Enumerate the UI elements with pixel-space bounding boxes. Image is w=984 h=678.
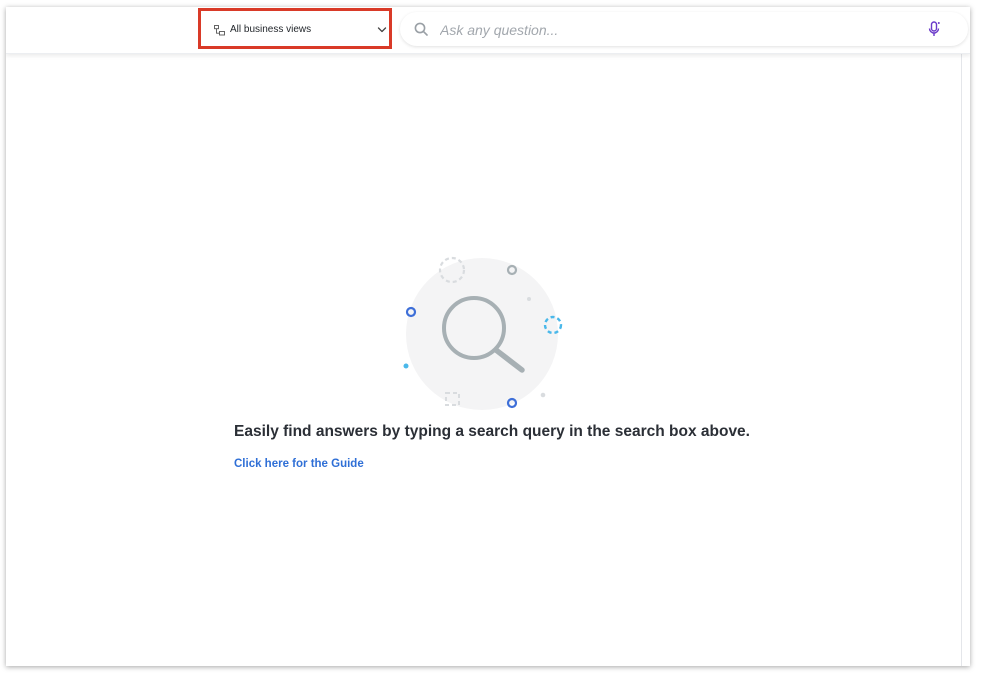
search-input[interactable] xyxy=(438,18,902,42)
business-views-icon xyxy=(214,25,225,36)
search-icon xyxy=(414,22,428,36)
top-bar: All business views xyxy=(6,7,970,54)
guide-link[interactable]: Click here for the Guide xyxy=(234,458,364,470)
microphone-icon[interactable] xyxy=(928,21,940,37)
business-view-label: All business views xyxy=(230,24,312,35)
search-bar[interactable] xyxy=(400,12,968,46)
business-view-selector[interactable]: All business views xyxy=(206,12,392,48)
magnifying-glass-illustration xyxy=(403,256,563,410)
chevron-down-icon[interactable] xyxy=(377,25,387,35)
right-divider xyxy=(961,7,962,666)
empty-state-message: Easily find answers by typing a search q… xyxy=(234,423,750,440)
app-window: All business views Ask any question... E… xyxy=(6,7,970,666)
